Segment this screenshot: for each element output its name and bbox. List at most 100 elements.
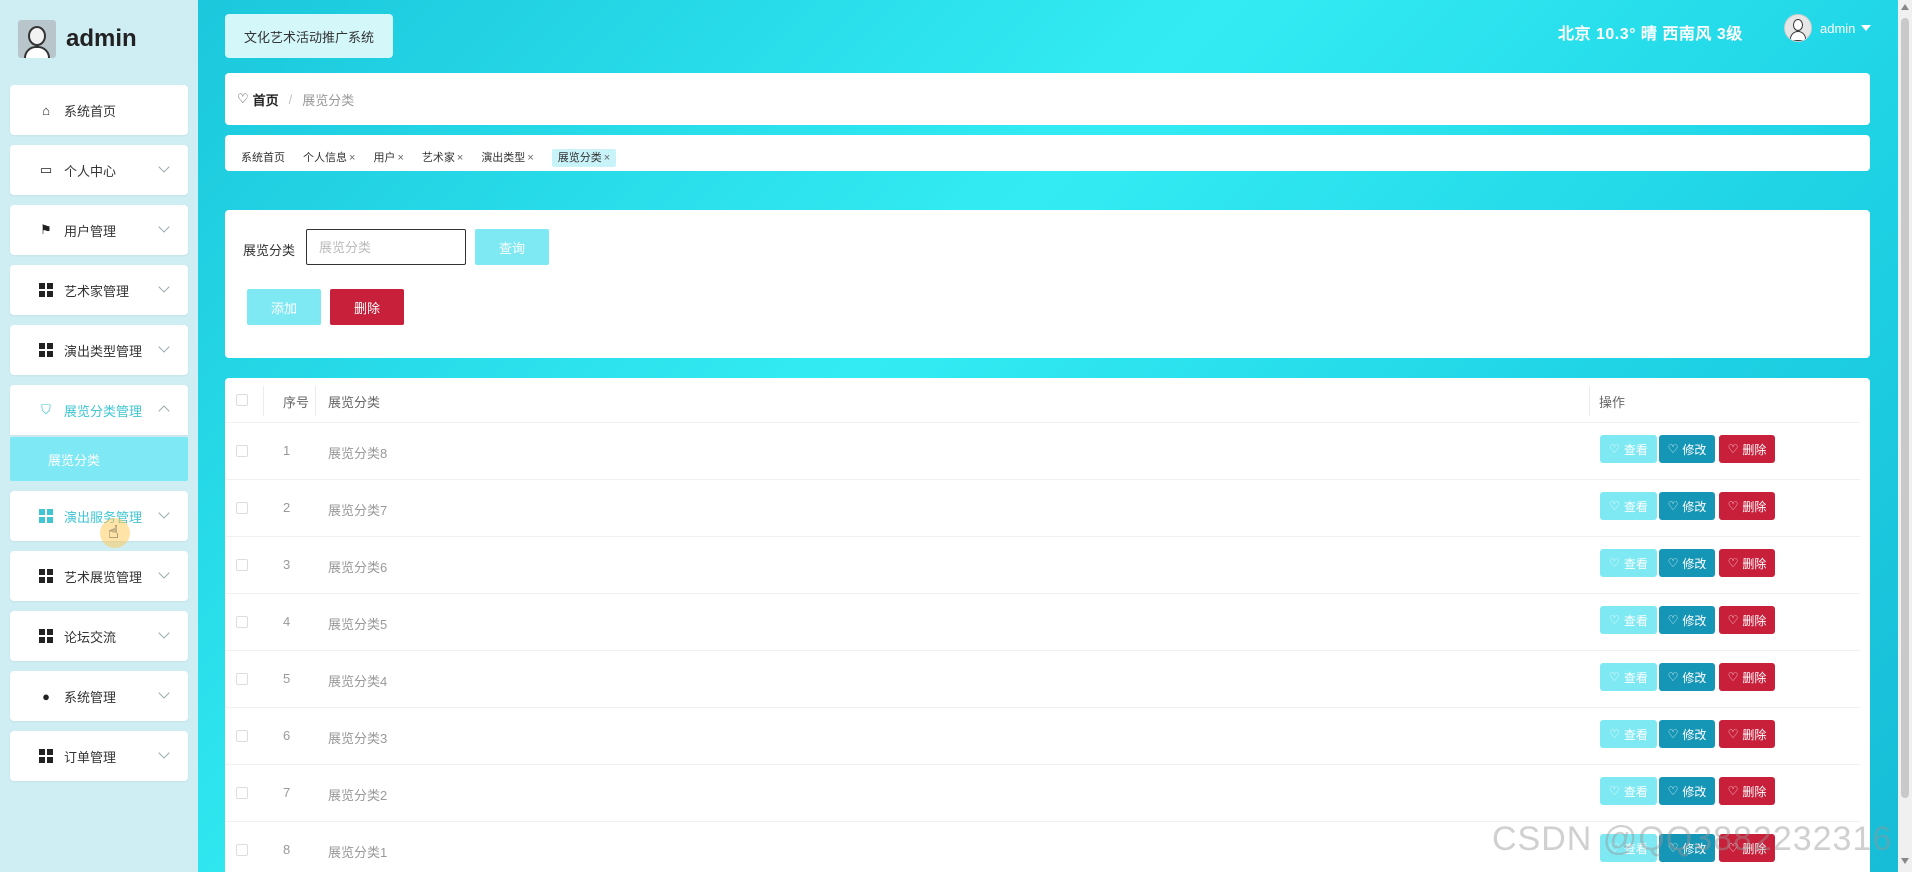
edit-button[interactable]: ♡ 修改 xyxy=(1659,492,1715,520)
heart-icon: ♡ xyxy=(1727,727,1739,741)
mouse-cursor: ☝ xyxy=(100,518,130,548)
system-title: 文化艺术活动推广系统 xyxy=(225,14,393,58)
heart-icon: ♡ xyxy=(1727,613,1739,627)
breadcrumb-separator: / xyxy=(288,91,293,107)
row-delete-button[interactable]: ♡ 删除 xyxy=(1719,606,1775,634)
breadcrumb-home[interactable]: 首页 xyxy=(253,90,279,109)
row-checkbox[interactable] xyxy=(236,673,248,685)
view-button[interactable]: ♡ 查看 xyxy=(1600,720,1657,748)
scrollbar[interactable] xyxy=(1898,0,1912,872)
scroll-down-icon[interactable] xyxy=(1901,858,1909,864)
add-button[interactable]: 添加 xyxy=(247,289,321,325)
search-input[interactable] xyxy=(306,229,466,265)
row-checkbox[interactable] xyxy=(236,844,248,856)
grid-icon xyxy=(38,342,54,358)
close-icon: × xyxy=(397,152,404,164)
chevron-down-icon xyxy=(158,687,170,699)
row-delete-button[interactable]: ♡ 删除 xyxy=(1719,492,1775,520)
scrollbar-thumb[interactable] xyxy=(1901,18,1909,798)
sidebar-item-artists[interactable]: 艺术家管理 xyxy=(10,265,188,315)
query-button[interactable]: 查询 xyxy=(475,229,549,265)
row-delete-button[interactable]: ♡ 删除 xyxy=(1719,549,1775,577)
sidebar-item-art-exhibitions[interactable]: 艺术展览管理 xyxy=(10,551,188,601)
edit-button[interactable]: ♡ 修改 xyxy=(1659,777,1715,805)
heart-icon: ♡ xyxy=(1609,556,1620,570)
edit-button[interactable]: ♡ 修改 xyxy=(1659,606,1715,634)
tag-show-types[interactable]: 演出类型 × xyxy=(481,149,533,167)
heart-icon: ♡ xyxy=(1667,784,1679,798)
heart-icon: ♡ xyxy=(1727,556,1739,570)
pin-icon: ● xyxy=(42,688,50,704)
cell-name: 展览分类6 xyxy=(328,560,388,575)
home-icon: ⌂ xyxy=(42,102,50,118)
cell-no: 5 xyxy=(283,671,291,686)
close-icon: × xyxy=(527,152,534,164)
table-row: 3 展览分类6 ♡ 查看 ♡ 修改 ♡ 删除 xyxy=(225,536,1860,593)
sidebar-item-exhibition-categories[interactable]: ⛉ 展览分类管理 xyxy=(10,385,188,435)
row-checkbox[interactable] xyxy=(236,787,248,799)
edit-button[interactable]: ♡ 修改 xyxy=(1659,663,1715,691)
sidebar-item-show-services[interactable]: 演出服务管理 xyxy=(10,491,188,541)
tag-home[interactable]: 系统首页 xyxy=(241,149,285,167)
hand-pointer-icon: ☝ xyxy=(108,522,119,542)
sidebar: admin ⌂ 系统首页 ▭ 个人中心 ⚑ 用户管理 艺术家管理 演出类型管理 … xyxy=(0,0,198,872)
select-all-checkbox[interactable] xyxy=(236,394,248,406)
view-button[interactable]: ♡ 查看 xyxy=(1600,663,1657,691)
ticket-icon: ⛉ xyxy=(41,402,51,417)
view-button[interactable]: ♡ 查看 xyxy=(1600,777,1657,805)
scroll-up-icon[interactable] xyxy=(1901,4,1909,10)
sidebar-item-orders[interactable]: 订单管理 xyxy=(10,731,188,781)
row-checkbox[interactable] xyxy=(236,730,248,742)
heart-icon: ♡ xyxy=(1727,442,1739,456)
submenu-item-exhibition-category[interactable]: 展览分类 xyxy=(10,437,188,481)
heart-icon: ♡ xyxy=(1609,670,1620,684)
row-checkbox[interactable] xyxy=(236,559,248,571)
cell-no: 8 xyxy=(283,842,291,857)
sidebar-item-forum[interactable]: 论坛交流 xyxy=(10,611,188,661)
row-delete-button[interactable]: ♡ 删除 xyxy=(1719,777,1775,805)
user-name: admin xyxy=(1820,20,1856,36)
sidebar-item-show-types[interactable]: 演出类型管理 xyxy=(10,325,188,375)
cell-name: 展览分类4 xyxy=(328,674,388,689)
tag-users[interactable]: 用户 × xyxy=(373,149,403,167)
edit-button[interactable]: ♡ 修改 xyxy=(1659,720,1715,748)
view-button[interactable]: ♡ 查看 xyxy=(1600,435,1657,463)
sidebar-item-profile[interactable]: ▭ 个人中心 xyxy=(10,145,188,195)
tag-artists[interactable]: 艺术家 × xyxy=(422,149,463,167)
row-checkbox[interactable] xyxy=(236,445,248,457)
cell-no: 4 xyxy=(283,614,291,629)
edit-button[interactable]: ♡ 修改 xyxy=(1659,435,1715,463)
row-checkbox[interactable] xyxy=(236,502,248,514)
user-avatar xyxy=(1784,14,1812,42)
tag-exhibition-category[interactable]: 展览分类 × xyxy=(551,149,617,167)
chevron-down-icon xyxy=(158,507,170,519)
chevron-down-icon xyxy=(158,627,170,639)
delete-button[interactable]: 删除 xyxy=(330,289,404,325)
avatar xyxy=(18,20,56,58)
row-delete-button[interactable]: ♡ 删除 xyxy=(1719,663,1775,691)
view-button[interactable]: ♡ 查看 xyxy=(1600,492,1657,520)
row-checkbox[interactable] xyxy=(236,616,248,628)
wallet-icon: ▭ xyxy=(39,162,53,177)
sidebar-item-system[interactable]: ● 系统管理 xyxy=(10,671,188,721)
sidebar-item-users[interactable]: ⚑ 用户管理 xyxy=(10,205,188,255)
column-name: 展览分类 xyxy=(328,395,381,410)
heart-icon: ♡ xyxy=(1727,670,1739,684)
grid-icon xyxy=(38,748,54,764)
view-button[interactable]: ♡ 查看 xyxy=(1600,549,1657,577)
edit-button[interactable]: ♡ 修改 xyxy=(1659,549,1715,577)
sidebar-item-home[interactable]: ⌂ 系统首页 xyxy=(10,85,188,135)
user-menu[interactable]: admin xyxy=(1784,14,1872,42)
heart-icon: ♡ xyxy=(1609,442,1620,456)
row-delete-button[interactable]: ♡ 删除 xyxy=(1719,435,1775,463)
view-button[interactable]: ♡ 查看 xyxy=(1600,606,1657,634)
table-row: 4 展览分类5 ♡ 查看 ♡ 修改 ♡ 删除 xyxy=(225,593,1860,650)
close-icon: × xyxy=(603,152,611,164)
data-table: 序号 展览分类 操作 1 展览分类8 ♡ 查看 ♡ 修改 ♡ 删除 2 展览分类7 ♡ 查看 ♡ 修改 ♡ 删… xyxy=(225,378,1870,872)
tag-profile[interactable]: 个人信息 × xyxy=(303,149,355,167)
table-row: 7 展览分类2 ♡ 查看 ♡ 修改 ♡ 删除 xyxy=(225,764,1860,821)
grid-icon xyxy=(38,282,54,298)
chevron-down-icon xyxy=(158,747,170,759)
row-delete-button[interactable]: ♡ 删除 xyxy=(1719,720,1775,748)
heart-icon: ♡ xyxy=(1667,613,1679,627)
